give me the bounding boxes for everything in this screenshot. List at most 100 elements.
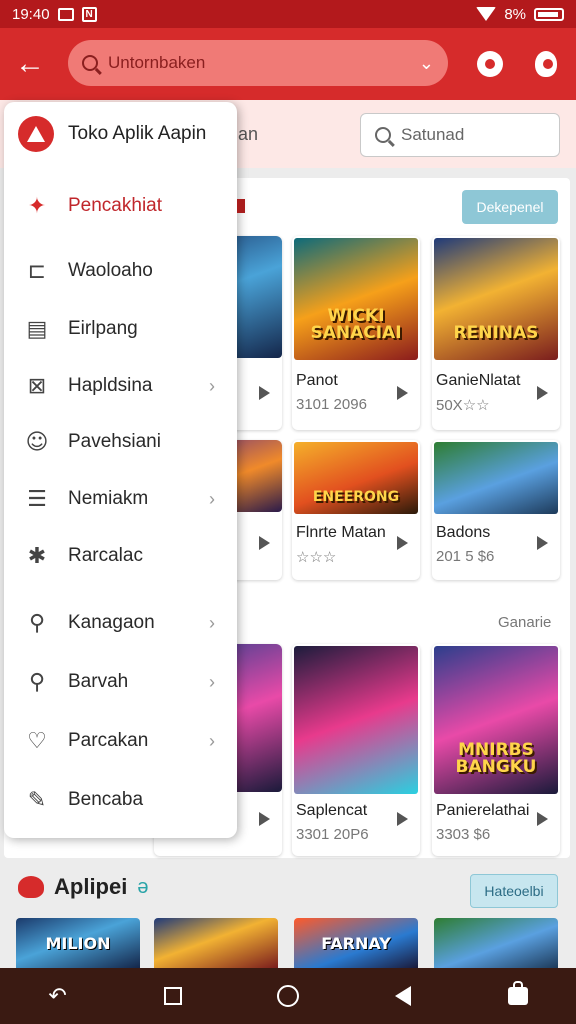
game-name: Saplencat [296, 802, 368, 819]
game-art [294, 646, 418, 794]
drawer-item-bencaba[interactable]: ✎ Bencaba [4, 776, 237, 824]
play-icon[interactable] [259, 386, 270, 400]
drawer-item-barvah[interactable]: ⚲ Barvah › [4, 658, 237, 706]
drawer-item-label: Pavehsiani [68, 431, 161, 452]
person-icon: ⚲ [28, 610, 46, 636]
game-card[interactable]: Saplencat 3301 20P6 [292, 644, 420, 856]
search-strip-text: an [238, 124, 259, 144]
drawer-item-waoloaho[interactable]: ⊏ Waoloaho [4, 247, 237, 295]
chevron-down-icon[interactable]: ⌄ [419, 53, 434, 74]
chevron-right-icon: › [209, 612, 215, 633]
game-card[interactable]: Badons 201 5 $6 [432, 440, 560, 580]
apps-title-extra: ə [137, 875, 149, 898]
page-search-placeholder: Satunad [401, 125, 465, 144]
game-art-title: RENINAS [453, 323, 539, 343]
play-icon[interactable] [537, 536, 548, 550]
chevron-right-icon: › [209, 488, 215, 509]
nav-store-button[interactable] [498, 976, 538, 1016]
drawer-item-label: Pencakhiat [68, 195, 163, 216]
app-bar: ← Untornbaken ⌄ [0, 28, 576, 100]
search-placeholder: Untornbaken [108, 53, 206, 72]
game-card[interactable]: WICKI SANACIAI Panot 3101 2096 [292, 236, 420, 430]
page-search-input[interactable]: Satunad [360, 113, 560, 157]
game-meta: ☆☆☆ [296, 549, 337, 566]
grid-x-icon: ⊠ [27, 373, 47, 399]
play-icon[interactable] [537, 812, 548, 826]
star-gear-icon: ✱ [27, 543, 47, 569]
nav-recents-button[interactable] [153, 976, 193, 1016]
drawer-item-label: Eirlpang [68, 318, 138, 339]
game-name: Panierelathai [436, 802, 530, 819]
section-button[interactable]: Dekepenel [462, 190, 558, 224]
drawer-item-label: Waoloaho [68, 260, 153, 281]
drawer-item-parcakan[interactable]: ♡ Parcakan › [4, 717, 237, 765]
nav-back-button[interactable]: ↶ [38, 976, 78, 1016]
apps-section-heading: Aplipei ə [18, 874, 148, 900]
notification-icon [57, 7, 74, 21]
game-art [434, 442, 558, 514]
battery-icon [534, 7, 564, 21]
drawer-item-nemiakm[interactable]: ☰ Nemiakm › [4, 475, 237, 523]
help-icon[interactable] [526, 44, 566, 84]
game-card[interactable]: RENINAS GanieNlatat 50X☆☆ [432, 236, 560, 430]
drawer-item-rarcalac[interactable]: ✱ Rarcalac [4, 532, 237, 580]
status-bar: 19:40 N 8% [0, 0, 576, 28]
drawer-item-label: Rarcalac [68, 545, 143, 566]
play-icon[interactable] [259, 812, 270, 826]
chevron-right-icon: › [209, 375, 215, 396]
game-meta: 3301 20P6 [296, 826, 369, 843]
chevron-right-icon: › [209, 671, 215, 692]
play-icon[interactable] [537, 386, 548, 400]
app-tile[interactable]: MILION [16, 918, 140, 968]
game-card[interactable]: ENEERONG Flnrte Matan ☆☆☆ [292, 440, 420, 580]
drawer-header: Toko Aplik Aapin [18, 116, 206, 152]
game-meta: 3303 $6 [436, 826, 491, 843]
square-icon [163, 987, 182, 1005]
search-icon [375, 127, 391, 143]
section-label: Ganarie [498, 614, 552, 631]
search-icon: ⚲ [28, 669, 46, 695]
game-meta: 201 5 $6 [436, 548, 495, 565]
play-icon[interactable] [397, 386, 408, 400]
navigation-drawer: Toko Aplik Aapin ✦ Pencakhiat ⊏ Waoloaho… [4, 102, 245, 838]
store-logo-icon [18, 116, 54, 152]
account-search-icon[interactable] [470, 44, 510, 84]
back-arrow-icon: ↶ [48, 983, 67, 1009]
edit-icon: ✎ [27, 787, 47, 813]
bookmark-icon: ⊏ [27, 258, 47, 284]
drawer-item-kanagaon[interactable]: ⚲ Kanagaon › [4, 599, 237, 647]
game-card[interactable]: MNIRBS BANGKU Panierelathai 3303 $6 [432, 644, 560, 856]
game-art-title: WICKI SANACIAI [310, 306, 402, 343]
apps-more-button[interactable]: Hateoelbi [470, 874, 558, 908]
search-bar[interactable]: Untornbaken ⌄ [68, 40, 448, 86]
app-tile[interactable]: FARNAY [294, 918, 418, 968]
battery-percent: 8% [504, 5, 526, 23]
game-art: MNIRBS BANGKU [434, 646, 558, 794]
drawer-item-pavehsiani[interactable]: ☺ Pavehsiani [4, 418, 237, 466]
bag-icon [508, 981, 529, 1005]
triangle-icon [395, 986, 412, 1006]
drawer-item-pencakhiat[interactable]: ✦ Pencakhiat [4, 182, 245, 230]
app-tile[interactable] [154, 918, 278, 968]
game-art: ENEERONG [294, 442, 418, 514]
play-icon[interactable] [397, 812, 408, 826]
app-badge-icon: N [81, 6, 97, 22]
drawer-item-label: Kanagaon [68, 612, 155, 633]
drawer-title: Toko Aplik Aapin [68, 123, 207, 144]
drawer-item-label: Nemiakm [68, 488, 149, 509]
app-tile[interactable] [434, 918, 558, 968]
drawer-item-label: Bencaba [68, 789, 144, 810]
play-icon[interactable] [397, 536, 408, 550]
status-time: 19:40 [12, 5, 50, 23]
drawer-item-label: Parcakan [68, 730, 149, 751]
game-name: Badons [436, 524, 491, 541]
smiley-icon: ☺ [25, 429, 49, 455]
back-button[interactable]: ← [0, 28, 60, 100]
nav-back-triangle-button[interactable] [383, 976, 423, 1016]
drawer-item-hapldsina[interactable]: ⊠ Hapldsina › [4, 362, 237, 410]
circle-icon [276, 985, 299, 1007]
play-icon[interactable] [259, 536, 270, 550]
nav-home-button[interactable] [268, 976, 308, 1016]
drawer-item-eirlpang[interactable]: ▤ Eirlpang [4, 305, 237, 353]
drawer-item-label: Barvah [68, 671, 129, 692]
